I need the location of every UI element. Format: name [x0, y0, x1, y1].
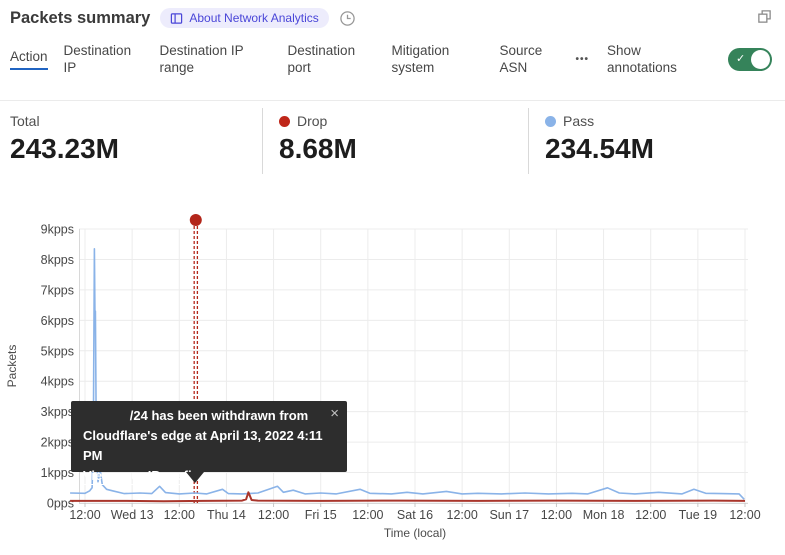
y-tick-label: 8kpps [41, 253, 74, 267]
y-tick-label: 9kpps [41, 223, 74, 237]
stat-value: 243.23M [10, 133, 262, 165]
annotation-tooltip: × /24 has been withdrawn from Cloudflare… [71, 401, 347, 472]
more-tabs-button[interactable]: ••• [574, 54, 592, 65]
x-tick-label: Sun 17 [489, 508, 529, 522]
y-tick-label: 6kpps [41, 314, 74, 328]
stat-label: Pass [563, 113, 594, 129]
close-icon[interactable]: × [330, 404, 339, 424]
y-tick-label: 3kpps [41, 405, 74, 419]
popout-icon[interactable] [757, 9, 772, 29]
chart-section: 0pps1kpps2kpps3kpps4kpps5kpps6kpps7kpps8… [0, 195, 785, 555]
x-tick-label: 12:00 [352, 508, 383, 522]
panel-header: Packets summary About Network Analytics [10, 8, 745, 28]
x-tick-label: 12:00 [447, 508, 478, 522]
x-tick-label: Tue 19 [679, 508, 718, 522]
check-icon: ✓ [736, 52, 745, 65]
clock-icon[interactable] [339, 10, 356, 27]
x-tick-label: Fri 15 [305, 508, 337, 522]
book-icon [170, 12, 183, 25]
tab-destination-port[interactable]: Destination port [288, 42, 376, 76]
toggle-knob [751, 50, 770, 69]
tab-source-asn[interactable]: Source ASN [500, 42, 558, 76]
packets-chart: 0pps1kpps2kpps3kpps4kpps5kpps6kpps7kpps8… [0, 195, 785, 555]
about-network-analytics-badge[interactable]: About Network Analytics [160, 8, 328, 28]
y-axis-title: Packets [5, 345, 19, 388]
x-tick-label: 12:00 [164, 508, 195, 522]
badge-label: About Network Analytics [189, 11, 318, 25]
tooltip-line2: Cloudflare's edge at April 13, 2022 4:11… [83, 426, 335, 466]
x-tick-label: 12:00 [541, 508, 572, 522]
x-axis-title: Time (local) [384, 526, 446, 540]
stat-drop: Drop 8.68M [262, 108, 528, 174]
stat-pass: Pass 234.54M [528, 108, 654, 174]
stats-row: Total 243.23M Drop 8.68M Pass 234.54M [0, 100, 785, 180]
tab-action[interactable]: Action [10, 48, 48, 70]
tab-mitigation-system[interactable]: Mitigation system [392, 42, 484, 76]
stat-value: 8.68M [279, 133, 528, 165]
x-tick-label: Mon 18 [583, 508, 625, 522]
show-annotations-toggle[interactable]: ✓ [728, 48, 772, 71]
x-tick-label: Sat 16 [397, 508, 433, 522]
x-tick-label: Wed 13 [111, 508, 154, 522]
tab-destination-ip-range[interactable]: Destination IP range [160, 42, 272, 76]
tooltip-line1: /24 has been withdrawn from [83, 406, 335, 426]
x-tick-label: 12:00 [635, 508, 666, 522]
tooltip-caret [186, 472, 204, 483]
stat-label: Drop [297, 113, 327, 129]
show-annotations-label: Show annotations [607, 42, 691, 76]
stat-total: Total 243.23M [0, 101, 262, 180]
page-title: Packets summary [10, 9, 150, 28]
x-tick-label: 12:00 [258, 508, 289, 522]
y-tick-label: 1kpps [41, 466, 74, 480]
x-tick-label: 12:00 [69, 508, 100, 522]
tab-destination-ip[interactable]: Destination IP [64, 42, 144, 76]
annotation-marker[interactable] [190, 214, 202, 226]
x-tick-label: Thu 14 [207, 508, 246, 522]
y-tick-label: 2kpps [41, 436, 74, 450]
y-tick-label: 4kpps [41, 375, 74, 389]
packets-summary-panel: Packets summary About Network Analytics … [0, 0, 785, 555]
y-tick-label: 7kpps [41, 283, 74, 297]
stat-value: 234.54M [545, 133, 654, 165]
stat-label: Total [10, 113, 40, 129]
drop-legend-dot [279, 116, 290, 127]
y-tick-label: 5kpps [41, 344, 74, 358]
tabs-row: Action Destination IP Destination IP range… [10, 42, 715, 76]
pass-legend-dot [545, 116, 556, 127]
x-tick-label: 12:00 [729, 508, 760, 522]
